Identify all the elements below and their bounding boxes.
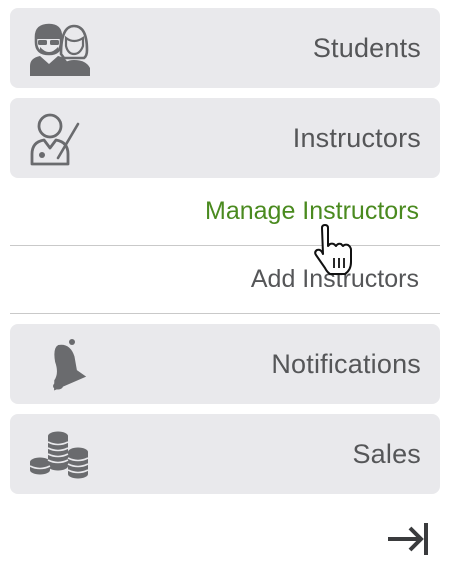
nav-item-label: Students <box>312 32 421 63</box>
students-icon <box>28 20 92 76</box>
nav-item-students[interactable]: Students <box>10 8 440 88</box>
nav-item-sales[interactable]: Sales <box>10 414 440 494</box>
nav-item-label: Instructors <box>292 122 421 153</box>
bell-icon <box>28 336 92 392</box>
coins-icon <box>28 426 92 482</box>
submenu-item-manage-instructors[interactable]: Manage Instructors <box>10 178 440 246</box>
nav-item-instructors[interactable]: Instructors <box>10 98 440 178</box>
nav-item-notifications[interactable]: Notifications <box>10 324 440 404</box>
instructor-icon <box>28 110 92 166</box>
instructors-submenu: Manage Instructors Add Instructors <box>10 178 440 314</box>
nav-item-label: Sales <box>352 438 421 469</box>
nav-item-label: Notifications <box>271 348 421 379</box>
collapse-sidebar-icon[interactable] <box>386 520 430 558</box>
submenu-item-add-instructors[interactable]: Add Instructors <box>10 246 440 314</box>
sidebar-nav: Students Instructors Manage Instructors … <box>10 8 440 504</box>
